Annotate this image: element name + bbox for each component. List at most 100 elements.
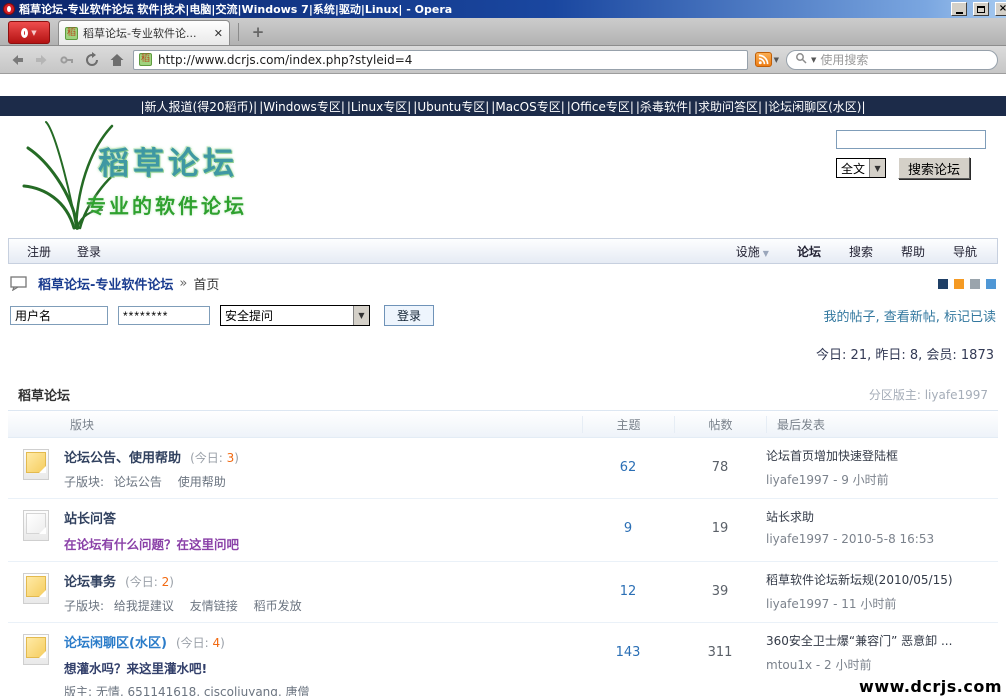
- tab-separator: [238, 23, 239, 41]
- style-swatch-orange[interactable]: [954, 279, 964, 289]
- topnav-link-macos[interactable]: |MacOS专区|: [491, 98, 564, 115]
- watermark: www.dcrjs.com: [859, 677, 1002, 696]
- chevron-down-icon[interactable]: ▼: [811, 56, 816, 64]
- topnav-link-water[interactable]: |论坛闲聊区(水区)|: [764, 98, 865, 115]
- home-icon[interactable]: [108, 52, 126, 68]
- last-post-link[interactable]: 360安全卫士爆“兼容门” 恶意卸 ...: [766, 634, 952, 648]
- subforum-label: 子版块:: [64, 599, 104, 613]
- browser-tab[interactable]: 稻 稻草论坛-专业软件论... ✕: [58, 20, 230, 45]
- moderators-line[interactable]: 版主: 无情, 651141618, ciscoliuyang, 唐僧: [64, 683, 574, 696]
- topnav-link-newbie[interactable]: |新人报道(得20稻币)|: [140, 98, 257, 115]
- site-logo-title: 稻草论坛: [98, 138, 238, 183]
- forum-category-box: 稻草论坛 分区版主: liyafe1997 版块 主题 帖数 最后发表 论坛公告…: [8, 379, 998, 696]
- topic-count[interactable]: 12: [620, 584, 637, 599]
- menu-forum[interactable]: 论坛: [797, 243, 821, 260]
- opera-menu-button[interactable]: ▼: [8, 21, 50, 44]
- last-post-link[interactable]: 站长求助: [766, 510, 814, 524]
- topnav-link-help[interactable]: |求助问答区|: [694, 98, 762, 115]
- forum-new-posts-icon: [23, 449, 49, 480]
- last-post-info[interactable]: liyafe1997 - 9 小时前: [766, 471, 994, 488]
- rss-icon[interactable]: [755, 52, 772, 67]
- browser-search-field[interactable]: ▼ 使用搜索: [786, 50, 998, 70]
- subforum-link[interactable]: 稻币发放: [254, 599, 302, 613]
- forum-link[interactable]: 论坛公告、使用帮助: [64, 451, 181, 466]
- last-post-link[interactable]: 稻草软件论坛新坛规(2010/05/15): [766, 573, 953, 587]
- forward-icon[interactable]: [33, 52, 51, 68]
- chevron-down-icon: ▼: [869, 159, 885, 177]
- restore-button[interactable]: [973, 2, 989, 16]
- forum-link[interactable]: 论坛事务: [64, 575, 116, 590]
- category-moderator[interactable]: 分区版主: liyafe1997: [869, 386, 988, 403]
- username-field[interactable]: [10, 306, 108, 325]
- forum-link[interactable]: 论坛闲聊区(水区): [64, 636, 167, 651]
- last-post-info[interactable]: liyafe1997 - 2010-5-8 16:53: [766, 532, 994, 546]
- topic-count[interactable]: 62: [620, 460, 637, 475]
- topnav-link-ubuntu[interactable]: |Ubuntu专区|: [413, 98, 489, 115]
- style-swatch-gray[interactable]: [970, 279, 980, 289]
- post-count: 78: [674, 447, 766, 490]
- last-post-info[interactable]: liyafe1997 - 11 小时前: [766, 595, 994, 612]
- category-title[interactable]: 稻草论坛: [18, 385, 70, 404]
- col-last: 最后发表: [766, 416, 998, 433]
- key-icon[interactable]: [58, 52, 76, 68]
- forum-link[interactable]: 站长问答: [64, 512, 116, 527]
- site-favicon: 稻: [139, 53, 152, 66]
- chevron-down-icon[interactable]: ▼: [774, 56, 779, 64]
- address-bar[interactable]: 稻 http://www.dcrjs.com/index.php?styleid…: [133, 50, 748, 70]
- col-posts: 帖数: [674, 416, 766, 433]
- forum-row-announcements: 论坛公告、使用帮助 (今日: 3) 子版块: 论坛公告 使用帮助 62 78 论…: [8, 438, 998, 499]
- new-tab-button[interactable]: +: [247, 23, 269, 41]
- column-header: 版块 主题 帖数 最后发表: [8, 411, 998, 438]
- login-link[interactable]: 登录: [77, 243, 101, 260]
- forum-new-posts-icon: [23, 634, 49, 665]
- menu-facilities[interactable]: 设施▼: [736, 243, 769, 260]
- password-field[interactable]: [118, 306, 210, 325]
- subforum-link[interactable]: 给我提建议: [114, 599, 174, 613]
- style-swatch-blue[interactable]: [986, 279, 996, 289]
- site-header: 稻草论坛 专业的软件论坛 全文 ▼ 搜索论坛: [0, 116, 1006, 238]
- reload-icon[interactable]: [83, 52, 101, 68]
- topnav-link-antivirus[interactable]: |杀毒软件|: [636, 98, 692, 115]
- chevron-down-icon: ▼: [353, 306, 369, 325]
- topnav-link-windows[interactable]: |Windows专区|: [259, 98, 345, 115]
- minimize-button[interactable]: [951, 2, 967, 16]
- facilities-link[interactable]: 设施: [736, 245, 760, 259]
- login-button[interactable]: 登录: [384, 305, 434, 326]
- subforum-link[interactable]: 友情链接: [190, 599, 238, 613]
- menu-nav[interactable]: 导航: [953, 243, 977, 260]
- topnav-link-linux[interactable]: |Linux专区|: [347, 98, 411, 115]
- back-icon[interactable]: [8, 52, 26, 68]
- menu-help[interactable]: 帮助: [901, 243, 925, 260]
- breadcrumb-site-link[interactable]: 稻草论坛-专业软件论坛: [38, 274, 173, 293]
- security-question-select[interactable]: 安全提问 ▼: [220, 305, 370, 326]
- comment-bubble-icon: [10, 276, 28, 291]
- subforum-link[interactable]: 使用帮助: [178, 475, 226, 489]
- register-link[interactable]: 注册: [27, 243, 51, 260]
- search-icon: [795, 52, 807, 67]
- search-placeholder: 使用搜索: [820, 51, 868, 68]
- search-scope-select[interactable]: 全文 ▼: [836, 158, 886, 178]
- tab-close-icon[interactable]: ✕: [214, 27, 223, 40]
- quick-links[interactable]: 我的帖子, 查看新帖, 标记已读: [823, 306, 996, 325]
- site-logo-subtitle: 专业的软件论坛: [86, 190, 247, 219]
- menu-search[interactable]: 搜索: [849, 243, 873, 260]
- last-post-link[interactable]: 论坛首页增加快速登陆框: [766, 449, 898, 463]
- close-button[interactable]: ×: [995, 2, 1006, 16]
- rss-control[interactable]: ▼: [755, 52, 779, 67]
- last-post-info[interactable]: mtou1x - 2 小时前: [766, 656, 994, 673]
- site-topnav: |新人报道(得20稻币)| |Windows专区| |Linux专区| |Ubu…: [0, 96, 1006, 116]
- quick-login-bar: 安全提问 ▼ 登录 我的帖子, 查看新帖, 标记已读: [10, 305, 996, 326]
- forum-search-input[interactable]: [836, 130, 986, 149]
- topic-count[interactable]: 9: [624, 521, 632, 536]
- forum-new-posts-icon: [23, 573, 49, 604]
- address-toolbar: 稻 http://www.dcrjs.com/index.php?styleid…: [0, 46, 1006, 74]
- topnav-link-office[interactable]: |Office专区|: [567, 98, 634, 115]
- style-switcher: [938, 279, 996, 289]
- security-question-value: 安全提问: [221, 307, 353, 324]
- subforum-label: 子版块:: [64, 475, 104, 489]
- window-title: 稻草论坛-专业软件论坛 软件|技术|电脑|交流|Windows 7|系统|驱动|…: [19, 1, 945, 17]
- style-swatch-navy[interactable]: [938, 279, 948, 289]
- forum-search-button[interactable]: 搜索论坛: [898, 157, 970, 179]
- subforum-link[interactable]: 论坛公告: [114, 475, 162, 489]
- topic-count[interactable]: 143: [616, 645, 641, 660]
